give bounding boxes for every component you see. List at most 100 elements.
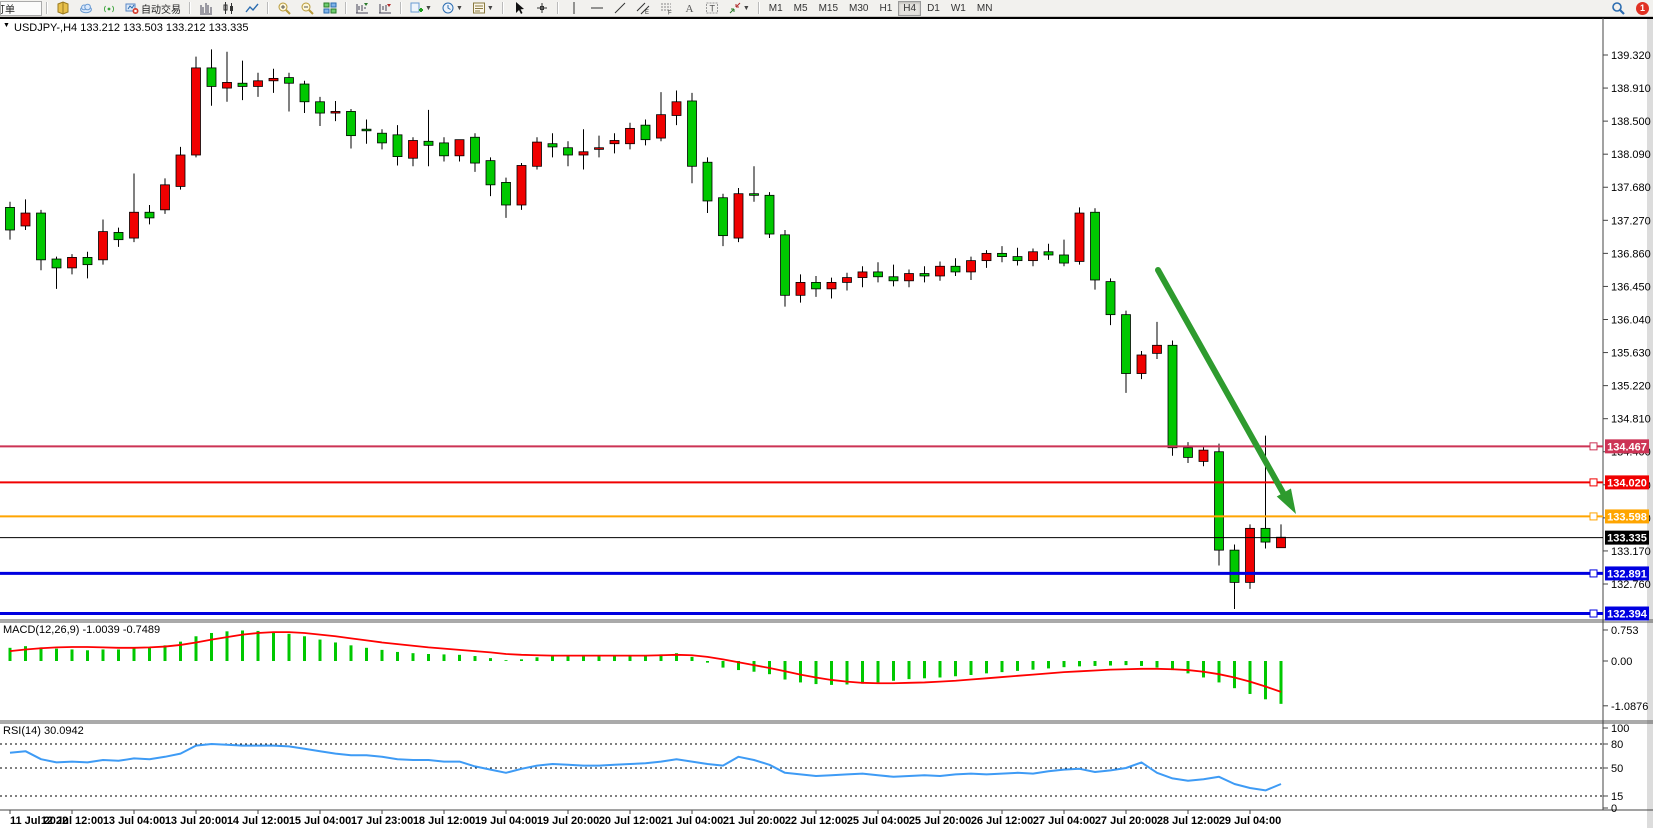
template-icon[interactable]: ▼ [468, 0, 498, 16]
candle-bearish [83, 257, 92, 264]
time-axis-label: 28 Jul 12:00 [1157, 815, 1219, 827]
candle-bearish [1261, 528, 1270, 542]
vertical-line-icon[interactable] [563, 0, 585, 16]
price-axis-label: 133.170 [1611, 546, 1651, 558]
line-chart-icon[interactable] [241, 0, 263, 16]
candle-bearish [951, 266, 960, 272]
timeframe-button-m5[interactable]: M5 [789, 1, 813, 16]
price-axis-label: 138.500 [1611, 116, 1651, 128]
chart-title: USDJPY-,H4 133.212 133.503 133.212 133.3… [14, 22, 248, 34]
timeframe-button-w1[interactable]: W1 [946, 1, 971, 16]
candle-bearish [1044, 252, 1053, 255]
resistance-line-1-handle[interactable] [1590, 443, 1597, 450]
cloud-sync-icon[interactable] [75, 0, 97, 16]
price-axis-label: 136.450 [1611, 281, 1651, 293]
candle-bullish [161, 185, 170, 210]
chart-shift-icon[interactable] [374, 0, 396, 16]
main-toolbar: 新订单 自动交易 ▼ ▼ ▼ E FAT ▼ M1M5M15M30H1H4D1W1MN 1 [0, 0, 1653, 17]
candle-bullish [657, 115, 666, 138]
dropdown-caret-icon[interactable]: ▼ [743, 5, 750, 12]
candle-bearish [719, 198, 728, 236]
candle-bearish [812, 282, 821, 288]
timeframe-button-mn[interactable]: MN [972, 1, 998, 16]
candle-bearish [548, 144, 557, 147]
price-axis-label: 135.220 [1611, 381, 1651, 393]
candle-bearish [750, 194, 759, 196]
candle-bullish [579, 152, 588, 155]
price-axis-label: 138.090 [1611, 149, 1651, 161]
candle-bearish [641, 125, 650, 140]
horizontal-line-icon[interactable] [586, 0, 608, 16]
svg-text:A: A [685, 3, 693, 15]
time-axis-label: 15 Jul 04:00 [289, 815, 351, 827]
candle-bearish [347, 111, 356, 135]
time-axis-label: 14 Jul 12:00 [227, 815, 289, 827]
zoom-in-icon[interactable] [273, 0, 295, 16]
price-badge-label: 134.467 [1607, 441, 1647, 453]
candle-bullish [1153, 345, 1162, 353]
support-line-blue-2-handle[interactable] [1590, 610, 1597, 617]
time-axis-label: 20 Jul 12:00 [599, 815, 661, 827]
candle-bullish [734, 194, 743, 238]
rsi-indicator-label: RSI(14) 30.0942 [3, 725, 84, 737]
cursor-icon[interactable] [508, 0, 530, 16]
signals-icon[interactable] [98, 0, 120, 16]
bar-chart-icon[interactable] [195, 0, 217, 16]
text-icon[interactable]: A [678, 0, 700, 16]
period-icon[interactable]: ▼ [437, 0, 467, 16]
toolbar-separator [46, 2, 48, 14]
crosshair-icon[interactable] [531, 0, 553, 16]
price-badge-label: 133.598 [1607, 511, 1647, 523]
new-order-button[interactable]: 新订单 [0, 1, 42, 16]
zoom-out-icon[interactable] [296, 0, 318, 16]
fibonacci-icon[interactable]: F [655, 0, 677, 16]
text-label-icon[interactable]: T [701, 0, 723, 16]
channel-icon[interactable]: E [632, 0, 654, 16]
arrows-icon[interactable]: ▼ [724, 0, 754, 16]
candle-bearish [6, 207, 15, 230]
svg-text:E: E [645, 10, 649, 15]
timeframe-button-m30[interactable]: M30 [844, 1, 873, 16]
timeframe-button-h1[interactable]: H1 [874, 1, 897, 16]
trendline-icon[interactable] [609, 0, 631, 16]
rsi-scale-label: 80 [1611, 739, 1623, 751]
tile-windows-icon[interactable] [319, 0, 341, 16]
timeframe-button-m1[interactable]: M1 [764, 1, 788, 16]
candle-bullish [905, 274, 914, 281]
rsi-scale-label: 100 [1611, 723, 1629, 735]
candle-bearish [145, 212, 154, 218]
timeframe-button-m15[interactable]: M15 [814, 1, 843, 16]
rsi-scale-label: 50 [1611, 763, 1623, 775]
timeframe-button-h4[interactable]: H4 [898, 1, 921, 16]
candle-bearish [424, 141, 433, 145]
candle-chart-icon[interactable] [218, 0, 240, 16]
dropdown-caret-icon[interactable]: ▼ [487, 5, 494, 12]
price-axis-label: 135.630 [1611, 348, 1651, 360]
symbol-dropdown-marker[interactable]: ▼ [3, 22, 10, 29]
search-icon[interactable] [1607, 0, 1629, 16]
candle-bearish [1013, 257, 1022, 261]
toolbar-separator [345, 2, 347, 14]
candle-bullish [858, 272, 867, 278]
dropdown-caret-icon[interactable]: ▼ [456, 5, 463, 12]
dropdown-caret-icon[interactable]: ▼ [425, 5, 432, 12]
price-axis-label: 139.320 [1611, 50, 1651, 62]
price-badge-label: 132.891 [1607, 568, 1647, 580]
candle-bearish [1122, 315, 1131, 374]
resistance-line-2-handle[interactable] [1590, 479, 1597, 486]
candle-bullish [223, 82, 232, 88]
add-indicator-icon[interactable]: ▼ [406, 0, 436, 16]
notification-badge[interactable]: 1 [1636, 2, 1649, 15]
time-axis-label: 22 Jul 12:00 [785, 815, 847, 827]
auto-scroll-icon[interactable] [351, 0, 373, 16]
candle-bearish [765, 195, 774, 234]
timeframe-button-d1[interactable]: D1 [922, 1, 945, 16]
candle-bearish [362, 129, 371, 131]
price-axis-label: 134.810 [1611, 414, 1651, 426]
support-line-orange-handle[interactable] [1590, 513, 1597, 520]
candle-bullish [269, 78, 278, 80]
support-line-blue-1-handle[interactable] [1590, 570, 1597, 577]
history-book-icon[interactable] [52, 0, 74, 16]
price-axis-label: 137.270 [1611, 215, 1651, 227]
autotrading-icon[interactable]: 自动交易 [121, 0, 185, 16]
